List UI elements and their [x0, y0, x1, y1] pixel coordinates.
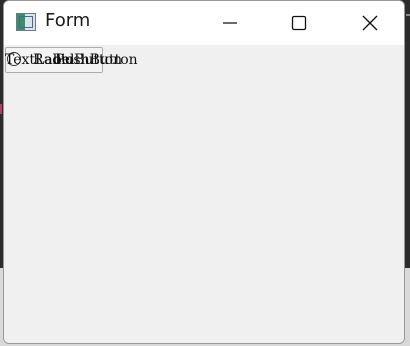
title-bar[interactable]: Form — [4, 1, 404, 45]
form-client-area: TextLabel RadioButton PushButton — [4, 45, 404, 343]
app-window-icon — [16, 13, 36, 31]
maximize-icon — [291, 15, 307, 31]
overlapping-widgets: TextLabel RadioButton PushButton — [5, 47, 138, 75]
minimize-icon — [223, 22, 237, 24]
window-title: Form — [45, 10, 91, 31]
push-button-label[interactable]: PushButton — [55, 53, 138, 67]
minimize-button[interactable] — [207, 1, 253, 45]
close-icon — [362, 15, 378, 31]
maximize-button[interactable] — [276, 1, 322, 45]
background-accent — [0, 104, 2, 114]
background-accent — [406, 14, 410, 16]
close-button[interactable] — [347, 1, 393, 45]
form-window: Form TextLabel RadioButton PushButton — [3, 0, 405, 344]
